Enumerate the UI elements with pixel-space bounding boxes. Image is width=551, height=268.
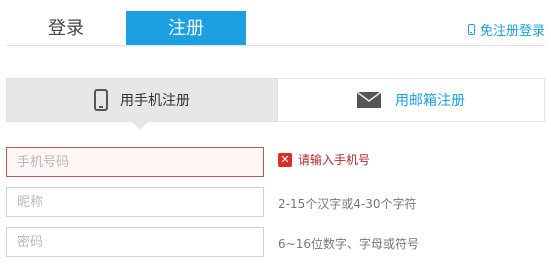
mobile-phone-icon bbox=[94, 89, 108, 111]
phone-error-hint: ✕ 请输入手机号 bbox=[278, 151, 370, 168]
tab-login[interactable]: 登录 bbox=[6, 11, 126, 46]
tab-register[interactable]: 注册 bbox=[126, 11, 246, 46]
password-hint: 6~16位数字、字母或符号 bbox=[278, 237, 419, 251]
tabs-divider bbox=[6, 45, 545, 46]
password-input[interactable] bbox=[6, 227, 264, 257]
nickname-input[interactable] bbox=[6, 187, 264, 217]
active-method-pointer bbox=[132, 122, 148, 130]
register-method-switch: 用手机注册 用邮箱注册 bbox=[6, 78, 545, 122]
method-phone-label: 用手机注册 bbox=[120, 93, 190, 109]
phone-error-text: 请输入手机号 bbox=[298, 153, 371, 167]
free-login-label: 免注册登录 bbox=[479, 24, 545, 39]
error-x-icon: ✕ bbox=[278, 152, 292, 167]
phone-input[interactable] bbox=[6, 147, 264, 177]
method-email-label: 用邮箱注册 bbox=[395, 93, 465, 109]
mobile-icon bbox=[467, 24, 475, 35]
method-email-tab[interactable]: 用邮箱注册 bbox=[277, 79, 544, 121]
method-phone-tab[interactable]: 用手机注册 bbox=[7, 79, 277, 121]
nickname-hint: 2-15个汉字或4-30个字符 bbox=[278, 197, 417, 211]
envelope-icon bbox=[357, 92, 381, 108]
free-login-link[interactable]: 免注册登录 bbox=[467, 20, 545, 39]
top-tabs: 登录 注册 免注册登录 bbox=[0, 0, 551, 47]
